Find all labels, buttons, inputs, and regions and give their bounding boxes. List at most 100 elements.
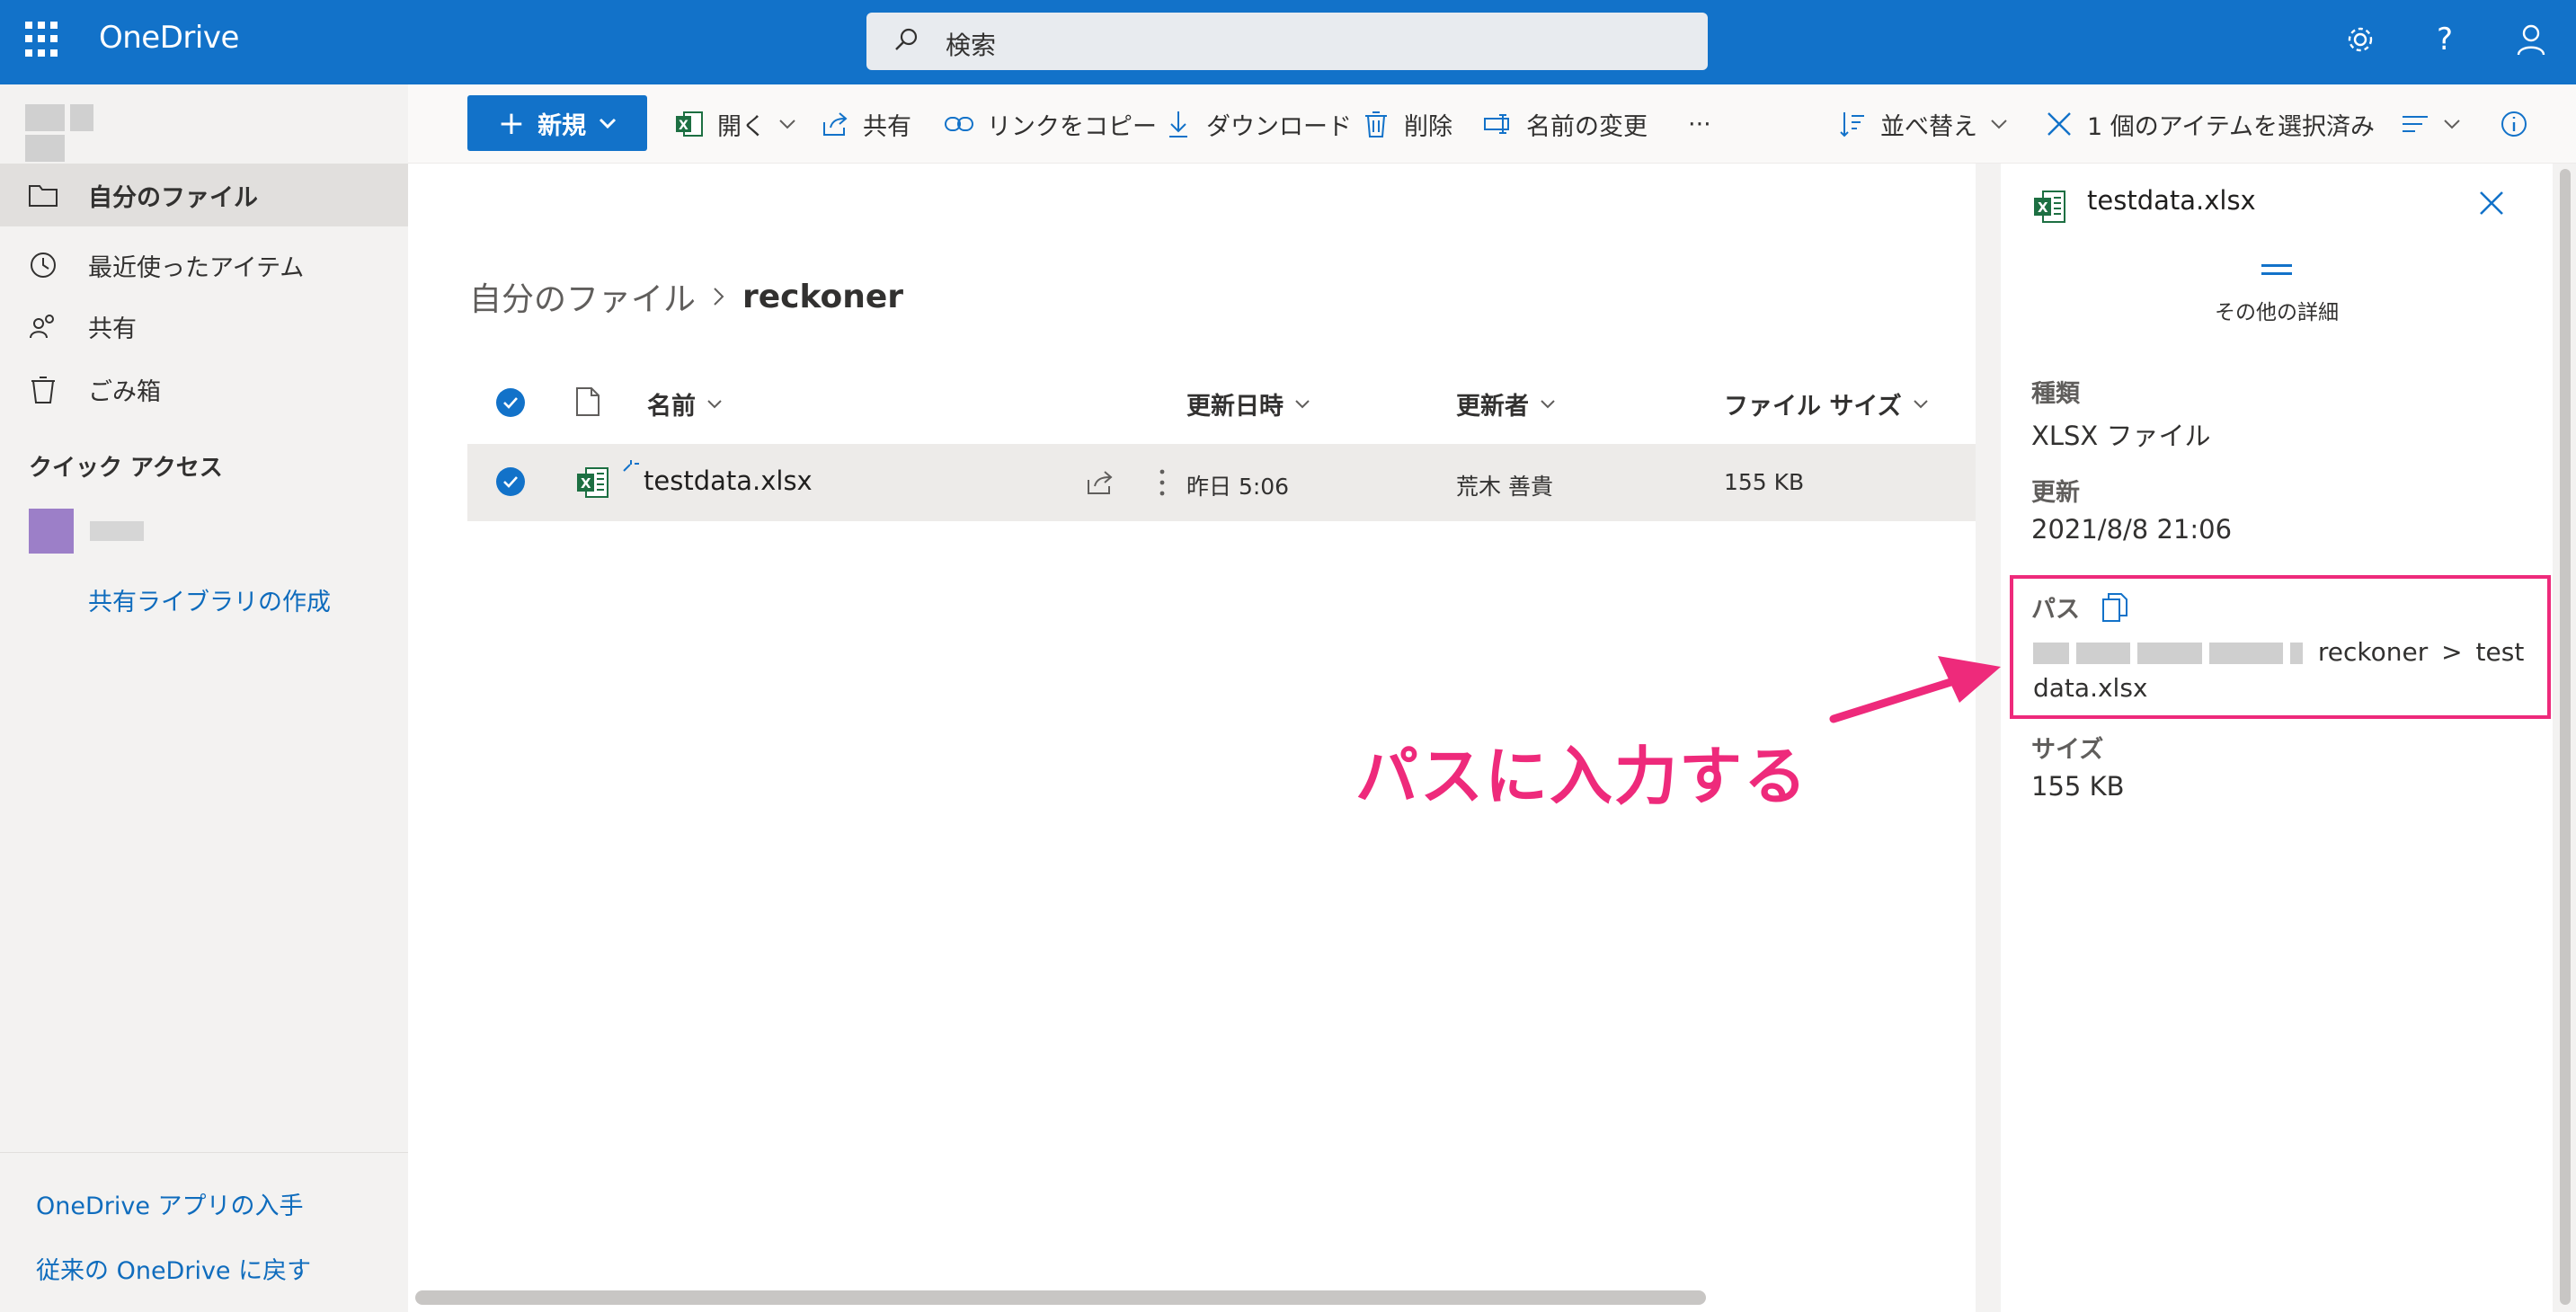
search-icon: [895, 28, 918, 50]
excel-file-icon: X: [2034, 191, 2065, 223]
create-shared-library-link[interactable]: 共有ライブラリの作成: [88, 582, 331, 617]
more-vertical-icon[interactable]: [1158, 467, 1167, 498]
chevron-down-icon: [1541, 399, 1555, 408]
new-button-label: 新規: [537, 111, 587, 140]
person-icon[interactable]: [2509, 18, 2553, 61]
horizontal-scrollbar[interactable]: [415, 1290, 1706, 1305]
close-icon[interactable]: [2475, 187, 2508, 219]
details-title: testdata.xlsx: [2087, 185, 2256, 216]
people-icon: [25, 308, 61, 344]
rename-icon: [1483, 109, 1514, 139]
column-header-label: ファイル サイズ: [1724, 393, 1902, 421]
command-bar: + 新規 X 開く 共有 リンクをコピー ダウンロード 削除 名前の変更 ···…: [408, 84, 2576, 164]
select-all-checkbox[interactable]: [496, 388, 525, 417]
sidebar-item-recent[interactable]: 最近使ったアイテム: [0, 234, 408, 297]
path-value[interactable]: reckoner > test data.xlsx: [2033, 634, 2536, 706]
share-icon[interactable]: [1086, 469, 1115, 496]
app-title[interactable]: OneDrive: [99, 20, 239, 56]
column-header-label: 更新者: [1456, 393, 1529, 421]
sidebar-divider: [0, 1152, 408, 1153]
info-button[interactable]: [2499, 104, 2529, 144]
modified-label: 更新: [2031, 479, 2080, 507]
size-value: 155 KB: [1724, 469, 1805, 495]
annotation-text: パスに入力する: [1355, 740, 1808, 813]
rename-button[interactable]: 名前の変更: [1483, 104, 1648, 144]
sidebar-item-recycle-bin[interactable]: ごみ箱: [0, 358, 408, 421]
svg-text:X: X: [2038, 199, 2048, 216]
sort-label: 並べ替え: [1880, 112, 1977, 141]
sidebar-item-my-files[interactable]: 自分のファイル: [0, 164, 408, 226]
column-header-label: 更新日時: [1186, 393, 1284, 421]
breadcrumb: 自分のファイル reckoner: [469, 273, 903, 320]
view-options-button[interactable]: [2400, 104, 2461, 144]
file-name[interactable]: testdata.xlsx: [644, 465, 813, 496]
path-highlight-box: パス reckoner > test data.xlsx: [2010, 575, 2551, 719]
modified-value: 昨日 5:06: [1186, 474, 1290, 500]
close-icon: [2044, 109, 2074, 139]
column-header-modified-by[interactable]: 更新者: [1456, 386, 1556, 421]
selected-count-label: 1 個のアイテムを選択済み: [2087, 112, 2376, 141]
download-label: ダウンロード: [1206, 112, 1352, 141]
selection-status[interactable]: 1 個のアイテムを選択済み: [2044, 104, 2375, 144]
app-launcher-icon[interactable]: [25, 22, 61, 58]
modified-by-value: 荒木 善貴: [1456, 474, 1553, 500]
chevron-down-icon: [707, 399, 722, 408]
sidebar-item-shared[interactable]: 共有: [0, 295, 408, 358]
excel-file-icon: X: [577, 467, 608, 498]
search-box[interactable]: 検索: [866, 13, 1708, 70]
new-button[interactable]: + 新規: [467, 95, 647, 151]
path-separator: >: [2441, 637, 2463, 667]
get-onedrive-app-link[interactable]: OneDrive アプリの入手: [36, 1186, 304, 1221]
chevron-down-icon: [1913, 399, 1928, 408]
quick-access-item-blurred[interactable]: [29, 509, 144, 554]
download-button[interactable]: ダウンロード: [1163, 104, 1352, 144]
details-pane: X testdata.xlsx その他の詳細 種類 XLSX ファイル 更新 2…: [2001, 164, 2553, 1312]
info-icon: [2499, 109, 2529, 139]
column-header-label: 名前: [647, 393, 696, 421]
chevron-down-icon: [600, 118, 617, 129]
more-details-link[interactable]: その他の詳細: [2001, 295, 2553, 325]
delete-label: 削除: [1404, 112, 1452, 141]
breadcrumb-parent[interactable]: 自分のファイル: [469, 273, 696, 320]
delete-button[interactable]: 削除: [1361, 104, 1452, 144]
svg-text:X: X: [581, 475, 591, 492]
chevron-right-icon: [714, 288, 724, 306]
more-details-icon[interactable]: [2261, 264, 2292, 280]
copy-link-label: リンクをコピー: [987, 112, 1157, 141]
gear-icon[interactable]: [2339, 18, 2382, 61]
row-checkbox[interactable]: [496, 467, 525, 496]
share-button[interactable]: 共有: [820, 104, 911, 144]
sidebar-item-label: 共有: [88, 315, 137, 343]
more-options-button[interactable]: ···: [1688, 104, 1711, 144]
plus-icon: +: [497, 104, 526, 142]
open-button[interactable]: X 開く: [674, 104, 796, 144]
sort-button[interactable]: 並べ替え: [1837, 104, 2008, 144]
chevron-down-icon: [2444, 120, 2460, 129]
quick-access-heading: クイック アクセス: [29, 455, 223, 482]
size-value: 155 KB: [2031, 771, 2125, 802]
column-header-size[interactable]: ファイル サイズ: [1724, 386, 1929, 421]
help-icon[interactable]: ?: [2423, 18, 2466, 61]
chevron-down-icon: [1991, 120, 2007, 129]
trash-icon: [25, 371, 61, 407]
column-header-name[interactable]: 名前: [647, 386, 723, 421]
table-row[interactable]: X testdata.xlsx 昨日 5:06 荒木 善貴 155 KB: [467, 444, 1976, 521]
sidebar-item-label: ごみ箱: [88, 377, 161, 406]
copy-link-button[interactable]: リンクをコピー: [944, 104, 1157, 144]
sidebar-item-label: 自分のファイル: [88, 183, 258, 212]
back-to-classic-link[interactable]: 従来の OneDrive に戻す: [36, 1251, 311, 1286]
share-label: 共有: [863, 112, 911, 141]
new-item-sparkle-icon: [623, 460, 639, 472]
search-placeholder: 検索: [946, 31, 997, 60]
copy-icon[interactable]: [2101, 592, 2128, 623]
chevron-down-icon: [779, 120, 795, 129]
folder-icon: [25, 177, 61, 213]
vertical-scrollbar[interactable]: [2553, 164, 2576, 1312]
chevron-down-icon: [1295, 399, 1310, 408]
sidebar-item-label: 最近使ったアイテム: [88, 253, 305, 282]
column-header-modified[interactable]: 更新日時: [1186, 386, 1310, 421]
download-icon: [1163, 109, 1194, 139]
excel-icon: X: [674, 109, 705, 139]
rename-label: 名前の変更: [1526, 112, 1648, 141]
path-segment: reckoner: [2317, 637, 2429, 667]
